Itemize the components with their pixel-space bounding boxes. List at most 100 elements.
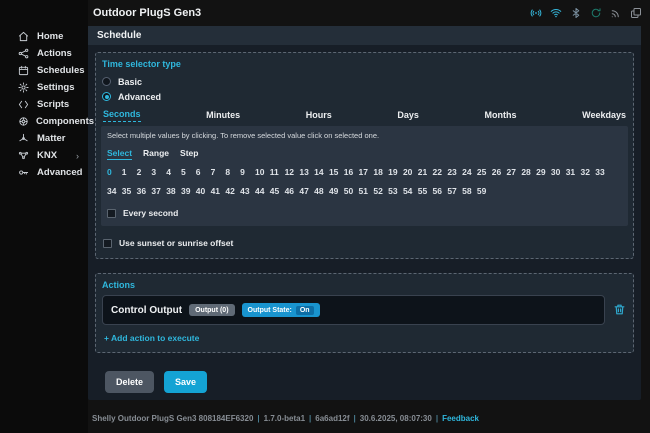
second-value-22[interactable]: 22 bbox=[433, 167, 448, 177]
tab-seconds[interactable]: Seconds bbox=[103, 109, 141, 122]
second-value-16[interactable]: 16 bbox=[344, 167, 359, 177]
second-value-28[interactable]: 28 bbox=[521, 167, 536, 177]
output-state-badge[interactable]: Output State: On bbox=[242, 303, 320, 317]
second-value-31[interactable]: 31 bbox=[566, 167, 581, 177]
picker-tab-select[interactable]: Select bbox=[107, 148, 132, 160]
second-value-5[interactable]: 5 bbox=[181, 167, 196, 177]
sidebar-item-scripts[interactable]: Scripts bbox=[0, 96, 88, 113]
second-value-25[interactable]: 25 bbox=[477, 167, 492, 177]
picker-tab-range[interactable]: Range bbox=[143, 148, 169, 160]
second-value-54[interactable]: 54 bbox=[403, 186, 418, 196]
tab-days[interactable]: Days bbox=[397, 110, 419, 122]
second-value-15[interactable]: 15 bbox=[329, 167, 344, 177]
second-value-48[interactable]: 48 bbox=[314, 186, 329, 196]
output-badge[interactable]: Output (0) bbox=[189, 304, 234, 316]
second-value-3[interactable]: 3 bbox=[151, 167, 166, 177]
second-value-46[interactable]: 46 bbox=[285, 186, 300, 196]
second-value-29[interactable]: 29 bbox=[536, 167, 551, 177]
sidebar-item-schedules[interactable]: Schedules bbox=[0, 62, 88, 79]
second-value-21[interactable]: 21 bbox=[418, 167, 433, 177]
second-value-52[interactable]: 52 bbox=[373, 186, 388, 196]
sunset-offset-checkbox[interactable] bbox=[103, 239, 112, 248]
second-value-18[interactable]: 18 bbox=[373, 167, 388, 177]
second-value-0[interactable]: 0 bbox=[107, 167, 122, 177]
second-value-36[interactable]: 36 bbox=[137, 186, 152, 196]
mode-radio-basic[interactable]: Basic bbox=[102, 74, 627, 89]
second-value-7[interactable]: 7 bbox=[211, 167, 226, 177]
sidebar-item-knx[interactable]: KNX› bbox=[0, 147, 88, 164]
second-value-34[interactable]: 34 bbox=[107, 186, 122, 196]
second-value-33[interactable]: 33 bbox=[595, 167, 610, 177]
tab-hours[interactable]: Hours bbox=[306, 110, 332, 122]
copy-icon[interactable] bbox=[629, 7, 642, 20]
cloud-sync-icon[interactable] bbox=[589, 7, 602, 20]
feedback-link[interactable]: Feedback bbox=[442, 414, 479, 423]
save-button[interactable]: Save bbox=[164, 371, 207, 393]
sidebar-item-matter[interactable]: Matter bbox=[0, 130, 88, 147]
second-value-32[interactable]: 32 bbox=[581, 167, 596, 177]
second-value-55[interactable]: 55 bbox=[418, 186, 433, 196]
second-value-49[interactable]: 49 bbox=[329, 186, 344, 196]
second-value-23[interactable]: 23 bbox=[447, 167, 462, 177]
second-value-10[interactable]: 10 bbox=[255, 167, 270, 177]
wifi-icon[interactable] bbox=[549, 7, 562, 20]
tab-weekdays[interactable]: Weekdays bbox=[582, 110, 626, 122]
second-value-2[interactable]: 2 bbox=[137, 167, 152, 177]
second-value-50[interactable]: 50 bbox=[344, 186, 359, 196]
second-value-42[interactable]: 42 bbox=[225, 186, 240, 196]
second-value-39[interactable]: 39 bbox=[181, 186, 196, 196]
second-value-17[interactable]: 17 bbox=[359, 167, 374, 177]
sidebar-item-components[interactable]: Components bbox=[0, 113, 88, 130]
second-value-41[interactable]: 41 bbox=[211, 186, 226, 196]
sidebar-item-settings[interactable]: Settings bbox=[0, 79, 88, 96]
delete-button[interactable]: Delete bbox=[105, 371, 154, 393]
second-value-11[interactable]: 11 bbox=[270, 167, 285, 177]
second-value-1[interactable]: 1 bbox=[122, 167, 137, 177]
mode-radio-advanced[interactable]: Advanced bbox=[102, 89, 627, 104]
second-value-59[interactable]: 59 bbox=[477, 186, 492, 196]
sidebar-item-advanced[interactable]: Advanced› bbox=[0, 164, 88, 181]
add-action-link[interactable]: + Add action to execute bbox=[104, 333, 199, 343]
tab-months[interactable]: Months bbox=[485, 110, 517, 122]
delete-action-icon[interactable] bbox=[613, 303, 627, 317]
second-value-9[interactable]: 9 bbox=[240, 167, 255, 177]
second-value-53[interactable]: 53 bbox=[388, 186, 403, 196]
second-value-6[interactable]: 6 bbox=[196, 167, 211, 177]
second-value-58[interactable]: 58 bbox=[462, 186, 477, 196]
second-value-57[interactable]: 57 bbox=[447, 186, 462, 196]
second-value-27[interactable]: 27 bbox=[507, 167, 522, 177]
radio-icon[interactable] bbox=[102, 92, 111, 101]
every-second-checkbox[interactable] bbox=[107, 209, 116, 218]
bluetooth-icon[interactable] bbox=[569, 7, 582, 20]
second-value-30[interactable]: 30 bbox=[551, 167, 566, 177]
second-value-38[interactable]: 38 bbox=[166, 186, 181, 196]
second-value-43[interactable]: 43 bbox=[240, 186, 255, 196]
sunset-offset-checkbox-row[interactable]: Use sunset or sunrise offset bbox=[103, 236, 626, 250]
second-value-37[interactable]: 37 bbox=[151, 186, 166, 196]
sidebar-item-actions[interactable]: Actions bbox=[0, 45, 88, 62]
second-value-19[interactable]: 19 bbox=[388, 167, 403, 177]
second-value-12[interactable]: 12 bbox=[285, 167, 300, 177]
sidebar-item-home[interactable]: Home bbox=[0, 28, 88, 45]
second-value-44[interactable]: 44 bbox=[255, 186, 270, 196]
second-value-35[interactable]: 35 bbox=[122, 186, 137, 196]
second-value-51[interactable]: 51 bbox=[359, 186, 374, 196]
second-value-45[interactable]: 45 bbox=[270, 186, 285, 196]
picker-tab-step[interactable]: Step bbox=[180, 148, 198, 160]
second-value-24[interactable]: 24 bbox=[462, 167, 477, 177]
action-item[interactable]: Control Output Output (0) Output State: … bbox=[102, 295, 605, 325]
second-value-4[interactable]: 4 bbox=[166, 167, 181, 177]
second-value-8[interactable]: 8 bbox=[225, 167, 240, 177]
second-value-47[interactable]: 47 bbox=[299, 186, 314, 196]
tab-minutes[interactable]: Minutes bbox=[206, 110, 240, 122]
ap-icon[interactable] bbox=[529, 7, 542, 20]
radio-icon[interactable] bbox=[102, 77, 111, 86]
second-value-40[interactable]: 40 bbox=[196, 186, 211, 196]
signal-icon[interactable] bbox=[609, 7, 622, 20]
second-value-13[interactable]: 13 bbox=[299, 167, 314, 177]
second-value-26[interactable]: 26 bbox=[492, 167, 507, 177]
second-value-20[interactable]: 20 bbox=[403, 167, 418, 177]
second-value-14[interactable]: 14 bbox=[314, 167, 329, 177]
every-second-checkbox-row[interactable]: Every second bbox=[107, 206, 622, 220]
second-value-56[interactable]: 56 bbox=[433, 186, 448, 196]
